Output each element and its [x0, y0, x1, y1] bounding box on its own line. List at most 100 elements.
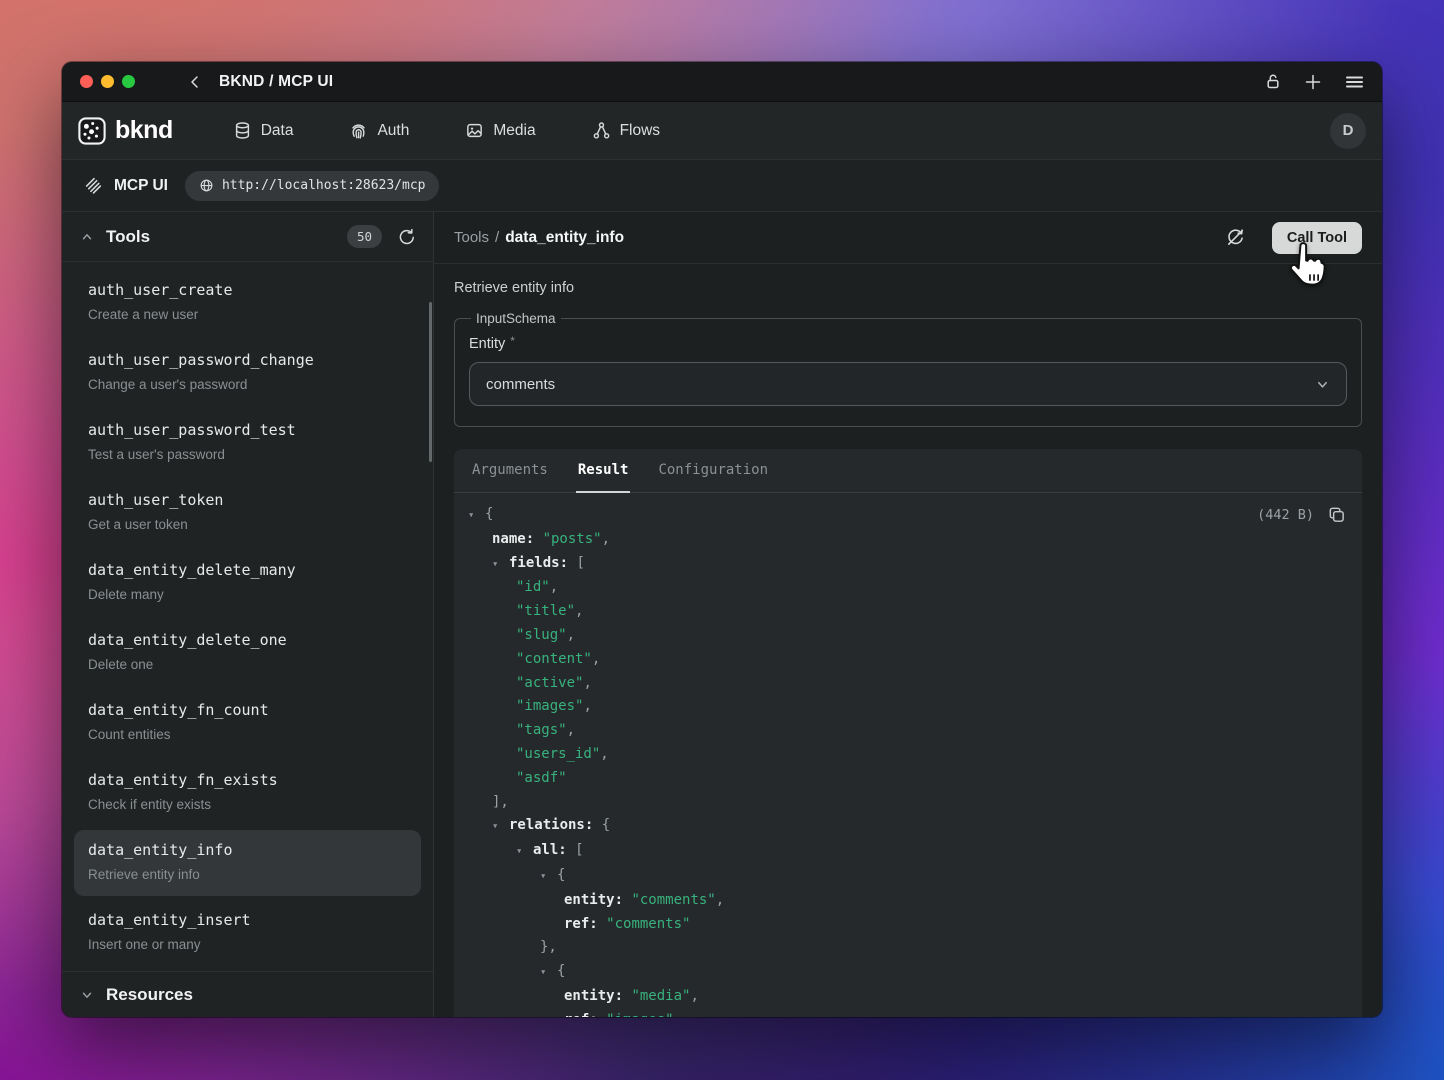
json-punctuation: , — [567, 722, 575, 738]
layers-icon — [84, 176, 103, 195]
breadcrumb-section[interactable]: Tools — [454, 229, 489, 246]
json-line: ref: "comments" — [454, 913, 1362, 937]
sidebar-scrollbar[interactable] — [429, 302, 432, 462]
input-schema-legend: InputSchema — [471, 311, 561, 326]
chevron-down-icon — [1315, 377, 1330, 392]
close-window-button[interactable] — [80, 75, 93, 88]
sidebar-item-auth_user_create[interactable]: auth_user_create Create a new user — [74, 270, 421, 336]
chevron-up-icon — [80, 230, 94, 244]
sidebar-item-data_entity_delete_many[interactable]: data_entity_delete_many Delete many — [74, 550, 421, 616]
json-line: name: "posts", — [454, 528, 1362, 552]
json-key: name: — [492, 531, 543, 547]
tool-item-description: Count entities — [88, 726, 407, 743]
json-line: entity: "media", — [454, 985, 1362, 1009]
logo-text: bknd — [115, 116, 173, 145]
tree-toggle-icon[interactable]: ▾ — [468, 504, 485, 528]
resources-section-header[interactable]: Resources — [62, 971, 433, 1017]
json-punctuation: , — [550, 579, 558, 595]
nav-label-media: Media — [493, 122, 535, 140]
tree-toggle-icon[interactable]: ▾ — [492, 553, 509, 577]
nav-item-flows[interactable]: Flows — [592, 121, 660, 140]
tool-item-name: auth_user_password_change — [88, 351, 407, 370]
sidebar-item-data_entity_fn_exists[interactable]: data_entity_fn_exists Check if entity ex… — [74, 760, 421, 826]
json-punctuation: { — [557, 963, 565, 979]
plus-icon — [1304, 73, 1322, 91]
json-punctuation: , — [583, 675, 591, 691]
json-line: "active", — [454, 672, 1362, 696]
sidebar-item-data_entity_delete_one[interactable]: data_entity_delete_one Delete one — [74, 620, 421, 686]
zoom-window-button[interactable] — [122, 75, 135, 88]
json-punctuation: , — [602, 531, 610, 547]
sidebar-item-auth_user_token[interactable]: auth_user_token Get a user token — [74, 480, 421, 546]
minimize-window-button[interactable] — [101, 75, 114, 88]
user-avatar[interactable]: D — [1330, 113, 1366, 149]
bknd-logo[interactable]: bknd — [78, 116, 173, 145]
mcp-url-pill[interactable]: http://localhost:28623/mcp — [185, 171, 440, 201]
tree-toggle-icon[interactable]: ▾ — [516, 840, 533, 864]
tool-detail-body: Retrieve entity info InputSchema Entity … — [434, 264, 1382, 1017]
window-title: BKND / MCP UI — [219, 73, 333, 91]
json-line: "asdf" — [454, 767, 1362, 791]
tree-toggle-icon[interactable]: ▾ — [540, 865, 557, 889]
result-panel: ArgumentsResultConfiguration (442 B) ▾{n… — [454, 449, 1362, 1017]
sidebar-item-data_entity_info[interactable]: data_entity_info Retrieve entity info — [74, 830, 421, 896]
refresh-tools-button[interactable] — [397, 228, 415, 246]
nav-item-auth[interactable]: Auth — [349, 121, 409, 140]
json-line: "content", — [454, 648, 1362, 672]
sidebar-item-data_entity_fn_count[interactable]: data_entity_fn_count Count entities — [74, 690, 421, 756]
json-punctuation: , — [592, 651, 600, 667]
sidebar-item-auth_user_password_test[interactable]: auth_user_password_test Test a user's pa… — [74, 410, 421, 476]
tools-section-header[interactable]: Tools 50 — [62, 212, 433, 262]
json-line: "users_id", — [454, 743, 1362, 767]
breadcrumb-tool-name: data_entity_info — [505, 229, 624, 247]
json-line: ref: "images" — [454, 1009, 1362, 1017]
tree-toggle-icon[interactable]: ▾ — [540, 961, 557, 985]
json-line: ▾{ — [454, 960, 1362, 985]
json-string: "slug" — [516, 627, 567, 643]
json-punctuation: , — [567, 627, 575, 643]
tool-detail-panel: Tools / data_entity_info Call Tool — [434, 212, 1382, 1017]
json-result-area: (442 B) ▾{name: "posts",▾fields: ["id","… — [454, 493, 1362, 1017]
json-string: "comments" — [606, 916, 690, 932]
json-punctuation: , — [690, 988, 698, 1004]
tool-item-name: auth_user_password_test — [88, 421, 407, 440]
lock-open-button[interactable] — [1265, 73, 1281, 90]
json-line: "images", — [454, 695, 1362, 719]
flow-icon — [592, 121, 611, 140]
app-window: BKND / MCP UI bknd — [62, 62, 1382, 1017]
copy-result-button[interactable] — [1327, 505, 1346, 524]
call-tool-button[interactable]: Call Tool — [1272, 222, 1362, 254]
menu-button[interactable] — [1345, 74, 1364, 90]
entity-select-value: comments — [486, 376, 555, 393]
nav-item-media[interactable]: Media — [465, 121, 535, 140]
json-string: "images" — [606, 1012, 673, 1017]
result-tabbar: Arguments Result Configuration — [454, 449, 1362, 493]
nav-item-data[interactable]: Data — [233, 121, 294, 140]
sidebar-item-auth_user_password_change[interactable]: auth_user_password_change Change a user'… — [74, 340, 421, 406]
globe-icon — [199, 178, 214, 193]
json-string: "comments" — [631, 892, 715, 908]
tree-toggle-icon[interactable]: ▾ — [492, 815, 509, 839]
database-icon — [233, 121, 252, 140]
json-key: all: — [533, 842, 575, 858]
json-punctuation: [ — [576, 555, 584, 571]
json-key: relations: — [509, 817, 602, 833]
image-icon — [465, 121, 484, 140]
back-button[interactable] — [187, 74, 203, 90]
json-string: "posts" — [543, 531, 602, 547]
tab-result[interactable]: Result — [576, 449, 631, 493]
auto-refresh-off-button[interactable] — [1225, 227, 1246, 248]
new-tab-button[interactable] — [1304, 73, 1322, 91]
entity-select[interactable]: comments — [469, 362, 1347, 406]
json-key: entity: — [564, 988, 631, 1004]
tab-configuration[interactable]: Configuration — [656, 449, 770, 493]
json-string: "content" — [516, 651, 592, 667]
copy-icon — [1327, 505, 1346, 524]
json-line: "slug", — [454, 624, 1362, 648]
json-string: "media" — [631, 988, 690, 1004]
tool-item-description: Check if entity exists — [88, 796, 407, 813]
refresh-icon — [397, 228, 415, 246]
sidebar-item-data_entity_insert[interactable]: data_entity_insert Insert one or many — [74, 900, 421, 966]
json-line: "tags", — [454, 719, 1362, 743]
tab-arguments[interactable]: Arguments — [470, 449, 550, 493]
